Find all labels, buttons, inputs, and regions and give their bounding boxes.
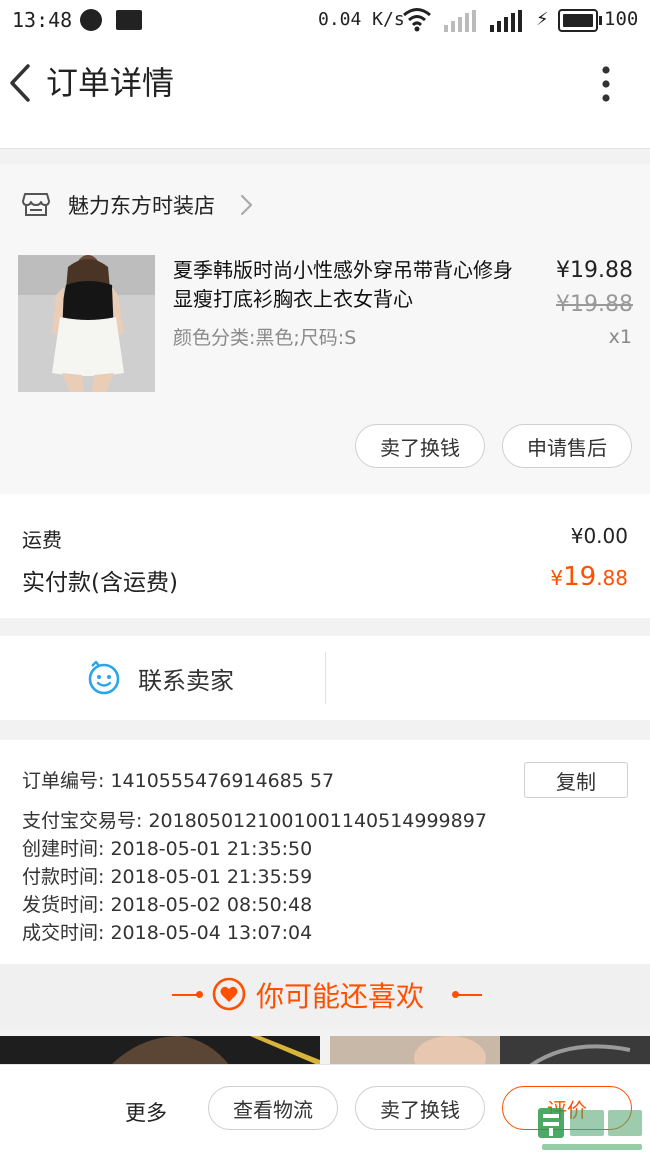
signal-icon-sim2 (490, 10, 522, 32)
wifi-icon (403, 8, 431, 32)
decorative-dot-left (196, 991, 203, 998)
copy-order-number-button[interactable]: 复制 (524, 762, 628, 798)
paid-decimal: .88 (596, 566, 628, 590)
app-notification-icon (80, 9, 102, 31)
divider (0, 148, 650, 149)
battery-percent: 100 (604, 8, 639, 30)
created-time: 创建时间: 2018-05-01 21:35:50 (22, 838, 313, 860)
chevron-right-icon (240, 194, 253, 216)
signal-icon-sim1 (444, 10, 476, 32)
paid-integer: 19 (563, 562, 597, 592)
completed-time: 成交时间: 2018-05-04 13:07:04 (22, 922, 313, 944)
alipay-trade-number: 支付宝交易号: 2018050121001001140514999897 (22, 810, 487, 832)
product-image[interactable] (18, 255, 155, 392)
paid-currency: ¥ (550, 566, 564, 590)
more-button[interactable]: 更多 (125, 1097, 167, 1127)
status-time: 13:48 (12, 8, 73, 32)
recommended-item-image[interactable] (330, 1036, 650, 1066)
view-logistics-button[interactable]: 查看物流 (208, 1086, 338, 1130)
order-number: 订单编号: 1410555476914685 57 (22, 770, 335, 792)
product-attributes: 颜色分类:黑色;尺码:S (173, 327, 357, 349)
recommend-title: 你可能还喜欢 (256, 980, 425, 1013)
more-options-icon[interactable] (590, 62, 622, 106)
shop-name[interactable]: 魅力东方时装店 (68, 190, 215, 220)
shipping-value: ¥0.00 (570, 524, 628, 548)
site-watermark-logo (538, 1108, 642, 1150)
sell-button[interactable]: 卖了换钱 (355, 1086, 485, 1130)
sell-button[interactable]: 卖了换钱 (355, 424, 485, 468)
product-quantity: x1 (608, 326, 632, 348)
decorative-line-left (172, 994, 198, 996)
network-speed: 0.04 K/s (318, 9, 405, 30)
header-spacer (0, 126, 650, 148)
charging-icon: ⚡ (536, 9, 549, 30)
product-original-price: ¥19.88 (556, 292, 633, 317)
contact-seller-icon[interactable] (86, 660, 122, 696)
image-notification-icon (116, 10, 142, 30)
contact-seller-button[interactable]: 联系卖家 (138, 661, 234, 696)
shipping-label: 运费 (22, 528, 62, 552)
page-title: 订单详情 (46, 64, 175, 102)
decorative-line-right (456, 994, 482, 996)
fee-section (0, 494, 650, 618)
recommended-item-image[interactable] (0, 1036, 320, 1066)
heart-icon (212, 977, 246, 1011)
paid-label: 实付款(含运费) (22, 570, 178, 596)
store-icon (22, 193, 50, 216)
after-sale-button[interactable]: 申请售后 (502, 424, 632, 468)
product-price: ¥19.88 (556, 258, 633, 283)
divider (325, 652, 326, 704)
battery-icon (558, 9, 602, 32)
shipped-time: 发货时间: 2018-05-02 08:50:48 (22, 894, 313, 916)
paid-value: ¥19.88 (500, 562, 628, 592)
back-icon[interactable] (4, 54, 40, 112)
product-title[interactable]: 夏季韩版时尚小性感外穿吊带背心修身显瘦打底衫胸衣上衣女背心 (173, 256, 531, 314)
paid-time: 付款时间: 2018-05-01 21:35:59 (22, 866, 313, 888)
